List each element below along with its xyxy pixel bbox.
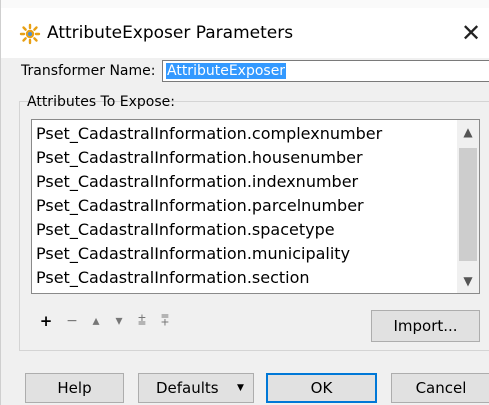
chevron-down-icon: ▼ — [237, 383, 244, 393]
list-item[interactable]: Pset_CadastralInformation.spacetype — [36, 218, 456, 242]
help-button[interactable]: Help — [25, 373, 124, 403]
list-item[interactable]: Pset_CadastralInformation.section — [36, 266, 456, 290]
cancel-button[interactable]: Cancel — [391, 373, 489, 403]
attribute-exposer-icon — [19, 23, 41, 45]
list-item[interactable]: Pset_CadastralInformation.complexnumber — [36, 122, 456, 146]
move-down-button[interactable]: ▾ — [112, 312, 126, 330]
list-item[interactable]: Pset_CadastralInformation.municipality — [36, 242, 456, 266]
list-item[interactable]: Pset_CadastralInformation.indexnumber — [36, 170, 456, 194]
move-up-button[interactable]: ▴ — [89, 312, 103, 330]
defaults-button-label: Defaults — [156, 379, 219, 397]
ok-button[interactable]: OK — [266, 373, 377, 403]
attributes-list[interactable]: Pset_CadastralInformation.complexnumber … — [31, 119, 480, 294]
scroll-thumb[interactable] — [459, 148, 477, 261]
transformer-name-value: AttributeExposer — [166, 63, 287, 79]
transformer-name-input[interactable]: AttributeExposer — [162, 60, 489, 82]
vertical-scrollbar[interactable]: ▲ ▼ — [457, 120, 479, 293]
remove-row-button[interactable]: − — [65, 312, 79, 330]
move-to-bottom-button[interactable]: ⩱ — [158, 312, 172, 330]
move-to-top-button[interactable]: ⩲ — [135, 312, 149, 330]
close-button[interactable]: ✕ — [455, 17, 487, 49]
dialog-titlebar: AttributeExposer Parameters ✕ — [1, 8, 489, 58]
scroll-up-arrow-icon[interactable]: ▲ — [457, 120, 479, 144]
close-icon: ✕ — [460, 19, 482, 47]
transformer-name-label: Transformer Name: — [21, 63, 156, 79]
add-row-button[interactable]: + — [39, 312, 53, 330]
window-top-edge — [1, 0, 489, 8]
scroll-down-arrow-icon[interactable]: ▼ — [457, 269, 479, 293]
dialog-title: AttributeExposer Parameters — [47, 23, 294, 43]
defaults-button[interactable]: Defaults ▼ — [138, 373, 254, 403]
attribute-exposer-dialog: AttributeExposer Parameters ✕ Transforme… — [0, 0, 489, 405]
list-item[interactable]: Pset_CadastralInformation.housenumber — [36, 146, 456, 170]
attributes-to-expose-label: Attributes To Expose: — [27, 94, 175, 110]
import-button[interactable]: Import... — [371, 310, 480, 342]
list-item[interactable]: Pset_CadastralInformation.parcelnumber — [36, 194, 456, 218]
